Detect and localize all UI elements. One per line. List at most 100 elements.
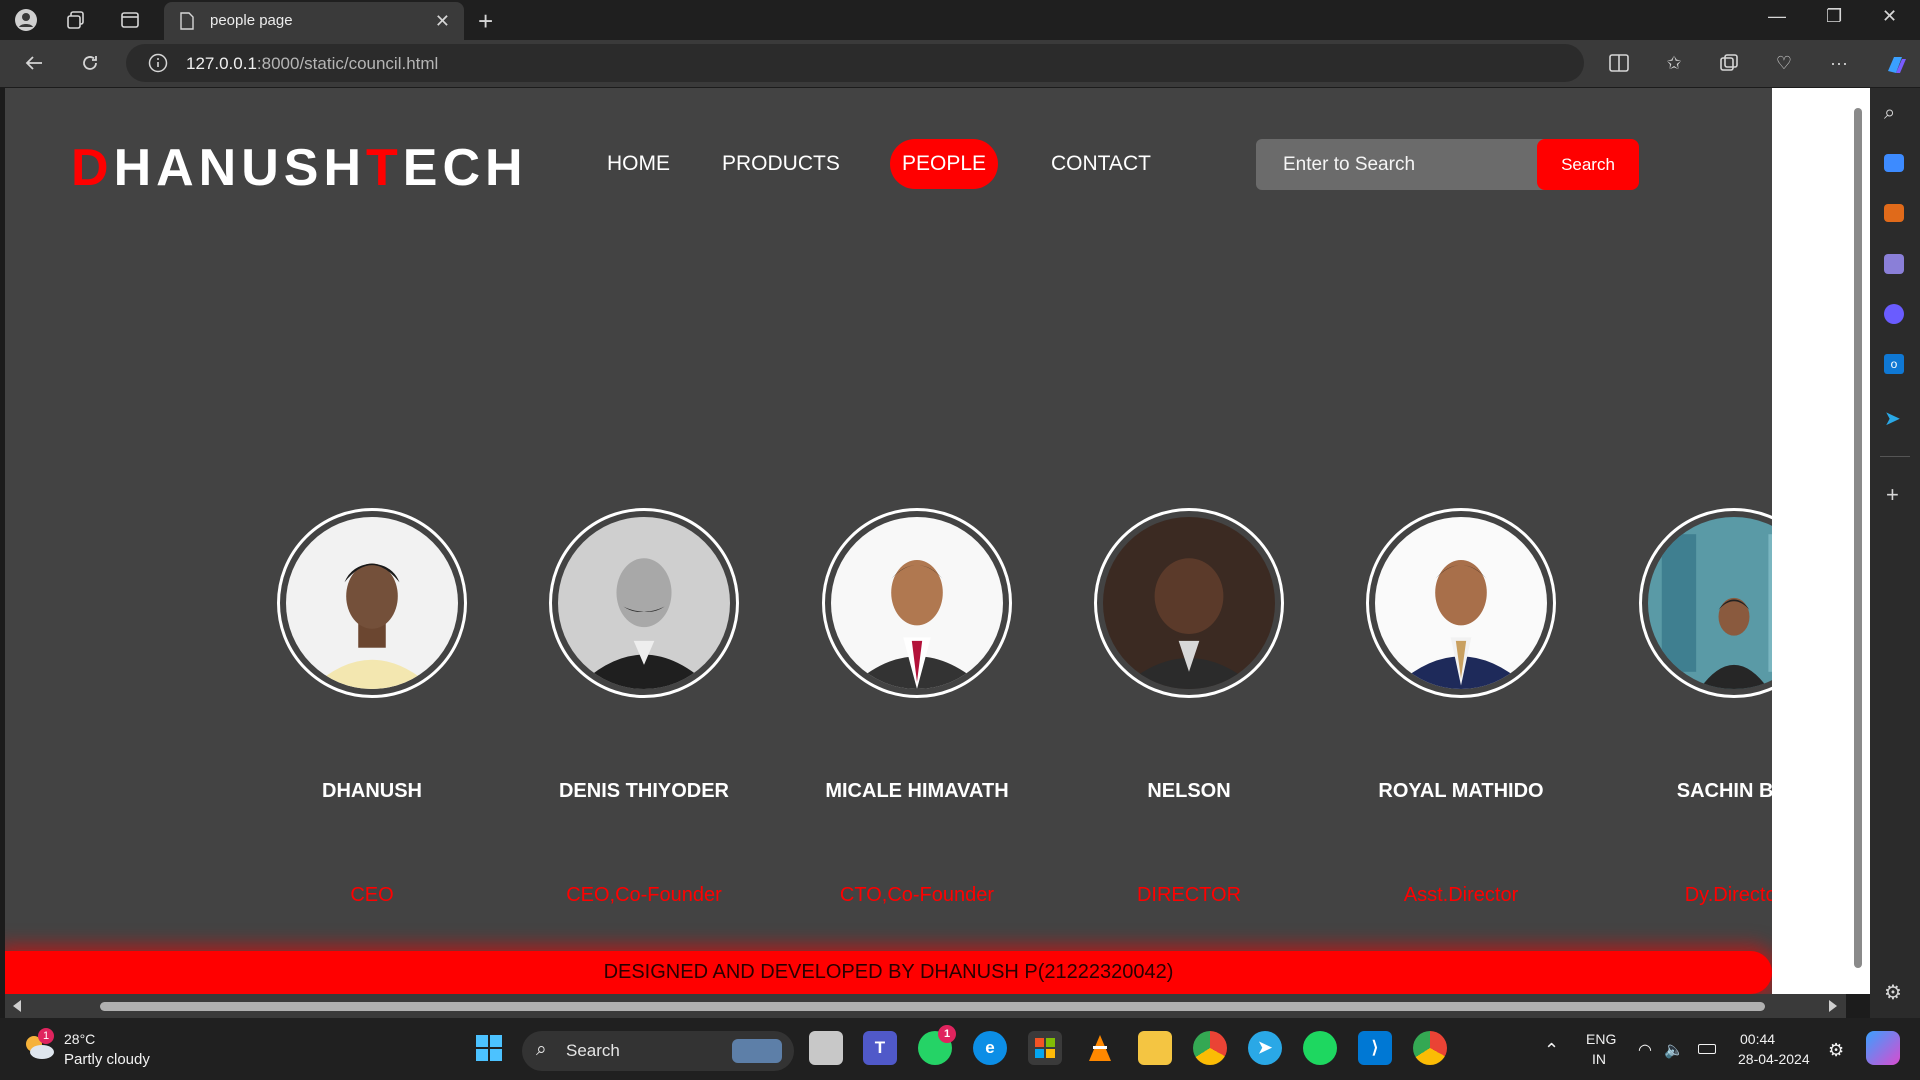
taskbar-search[interactable]: ⌕ Search — [522, 1031, 794, 1071]
horizontal-scrollbar-thumb[interactable] — [100, 1002, 1765, 1011]
language-line2[interactable]: IN — [1592, 1051, 1606, 1067]
store-icon[interactable] — [1028, 1031, 1062, 1065]
person-role: CEO — [350, 884, 394, 906]
person-name: DHANUSH — [322, 780, 422, 802]
person-role: CEO,Co-Founder — [566, 884, 722, 906]
copilot-icon[interactable] — [1881, 50, 1911, 80]
browser-tab-strip: people page ✕ + — ❐ ✕ — [0, 0, 1920, 40]
person-name: MICALE HIMAVATH — [825, 780, 1009, 802]
spotify-icon[interactable] — [1303, 1031, 1337, 1065]
search-placeholder: Enter to Search — [1283, 154, 1416, 175]
site-footer: DESIGNED AND DEVELOPED BY DHANUSH P(2122… — [5, 951, 1772, 994]
address-bar[interactable]: 127.0.0.1:8000/static/council.html — [126, 44, 1584, 82]
person-photo — [822, 508, 1012, 698]
weather-icon[interactable]: 1 — [22, 1028, 56, 1060]
whatsapp-icon[interactable]: 1 — [918, 1025, 956, 1065]
vscode-icon[interactable]: ⟩ — [1358, 1031, 1392, 1065]
favorites-icon[interactable]: ✩ — [1662, 51, 1686, 75]
sidebar-shopping-icon[interactable] — [1884, 154, 1904, 172]
person-photo — [1094, 508, 1284, 698]
windows-taskbar — [0, 1018, 1920, 1080]
person-role: DIRECTOR — [1136, 884, 1242, 906]
person-name: SACHIN BIL — [1676, 780, 1772, 802]
sidebar-divider — [1880, 456, 1910, 457]
task-view-icon[interactable] — [809, 1031, 843, 1065]
page-viewport: DHANUSHTECH HOME PRODUCTS PEOPLE CONTACT… — [5, 88, 1772, 994]
sidebar-outlook-icon[interactable]: o — [1884, 354, 1904, 374]
chrome-icon[interactable] — [1193, 1031, 1227, 1065]
tab-title: people page — [210, 12, 293, 29]
collections-icon[interactable] — [1717, 51, 1741, 75]
more-menu-icon[interactable]: ··· — [1827, 51, 1851, 75]
sidebar-add-icon[interactable]: + — [1886, 482, 1899, 508]
battery-icon[interactable] — [1698, 1044, 1716, 1054]
person-name: NELSON — [1147, 780, 1231, 802]
weather-desc: Partly cloudy — [64, 1051, 150, 1068]
edge-icon[interactable]: e — [973, 1031, 1007, 1065]
chrome-profile-icon[interactable] — [1413, 1031, 1447, 1065]
person-photo — [1639, 508, 1772, 698]
wifi-icon[interactable]: ◠ — [1638, 1040, 1652, 1060]
horizontal-scrollbar[interactable] — [5, 994, 1846, 1018]
notification-bell-icon[interactable]: ⚙ — [1828, 1040, 1844, 1061]
volume-icon[interactable]: 🔈 — [1664, 1040, 1684, 1060]
window-close-icon[interactable]: ✕ — [1882, 6, 1897, 27]
person-role: Dy.Director — [1684, 884, 1772, 906]
workspaces-icon[interactable] — [64, 8, 88, 32]
active-tab[interactable]: people page ✕ — [164, 2, 464, 40]
copilot-taskbar-icon[interactable] — [1866, 1031, 1900, 1065]
page-overflow-area — [1772, 88, 1846, 994]
new-tab-icon[interactable]: + — [478, 6, 493, 37]
vertical-scrollbar[interactable] — [1846, 88, 1870, 994]
weather-temp: 28°C — [64, 1031, 96, 1047]
split-screen-icon[interactable] — [1607, 51, 1631, 75]
teams-icon[interactable]: T — [863, 1031, 897, 1065]
taskbar-search-icon: ⌕ — [536, 1039, 547, 1060]
url-text: 127.0.0.1:8000/static/council.html — [186, 54, 439, 73]
refresh-icon[interactable] — [78, 51, 102, 75]
person-photo — [277, 508, 467, 698]
person-photo — [549, 508, 739, 698]
person-name: DENIS THIYODER — [558, 780, 730, 802]
weather-badge: 1 — [38, 1028, 54, 1044]
nav-products-link[interactable]: PRODUCTS — [722, 152, 840, 176]
clock-time[interactable]: 00:44 — [1740, 1031, 1775, 1047]
language-line1[interactable]: ENG — [1586, 1031, 1616, 1047]
telegram-icon[interactable]: ➤ — [1248, 1031, 1282, 1065]
site-info-icon[interactable] — [148, 53, 168, 73]
site-logo[interactable]: DHANUSHTECH — [71, 138, 528, 198]
tray-overflow-icon[interactable]: ⌃ — [1544, 1040, 1559, 1061]
back-icon[interactable] — [22, 51, 46, 75]
person-role: CTO,Co-Founder — [839, 884, 995, 906]
restore-icon[interactable]: ❐ — [1826, 6, 1842, 27]
nav-people-link[interactable]: PEOPLE — [890, 139, 998, 189]
sidebar-send-icon[interactable]: ➤ — [1884, 406, 1901, 431]
sidebar-tools-icon[interactable] — [1884, 204, 1904, 222]
start-icon[interactable] — [472, 1031, 506, 1065]
sidebar-copilot-icon[interactable] — [1884, 304, 1904, 324]
person-role: Asst.Director — [1403, 884, 1519, 906]
person-name: ROYAL MATHIDO — [1378, 780, 1544, 802]
edge-sidebar: ⌕ o ➤ + ⚙ — [1870, 88, 1920, 1018]
close-tab-icon[interactable]: ✕ — [435, 11, 450, 32]
profile-icon[interactable] — [14, 8, 38, 32]
vlc-icon[interactable] — [1083, 1031, 1117, 1065]
taskbar-search-label: Search — [566, 1041, 620, 1060]
search-input[interactable]: Enter to Search — [1256, 139, 1545, 190]
scroll-left-arrow-icon[interactable] — [13, 1000, 21, 1012]
search-highlight-icon — [732, 1039, 782, 1063]
clock-date[interactable]: 28-04-2024 — [1738, 1051, 1810, 1067]
search-button[interactable]: Search — [1537, 139, 1639, 190]
sidebar-settings-icon[interactable]: ⚙ — [1884, 980, 1902, 1005]
nav-home-link[interactable]: HOME — [607, 152, 670, 176]
sidebar-games-icon[interactable] — [1884, 254, 1904, 274]
scroll-right-arrow-icon[interactable] — [1829, 1000, 1837, 1012]
vertical-scrollbar-thumb[interactable] — [1854, 108, 1862, 968]
whatsapp-badge: 1 — [938, 1025, 956, 1043]
sidebar-search-icon[interactable]: ⌕ — [1884, 102, 1895, 125]
vertical-tabs-icon[interactable] — [118, 8, 142, 32]
browser-essentials-icon[interactable]: ♡ — [1772, 51, 1796, 75]
minimize-icon[interactable]: — — [1768, 6, 1786, 27]
file-explorer-icon[interactable] — [1138, 1031, 1172, 1065]
nav-contact-link[interactable]: CONTACT — [1051, 152, 1151, 176]
